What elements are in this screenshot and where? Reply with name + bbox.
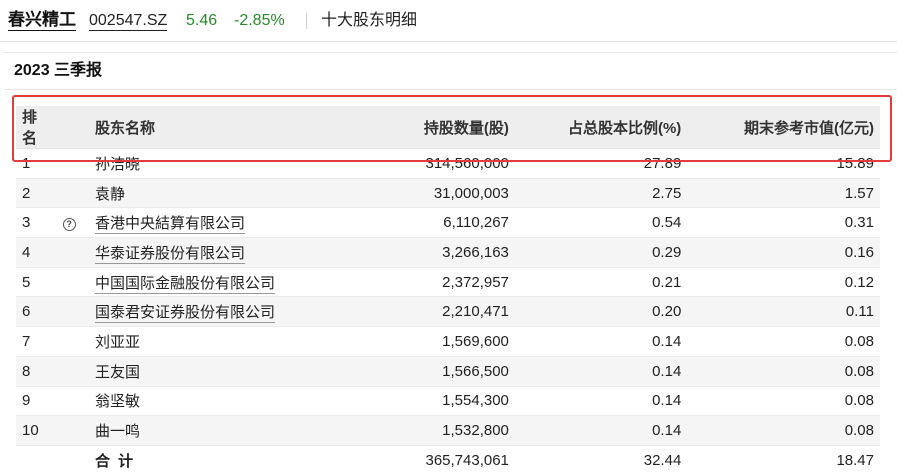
rank-cell: 7 (16, 326, 57, 357)
stock-header: 春兴精工 002547.SZ 5.46 -2.85% 十大股东明细 (0, 0, 897, 42)
market-value-cell: 0.08 (687, 326, 880, 357)
stock-name-link[interactable]: 春兴精工 (8, 10, 76, 31)
rank-cell: 2 (16, 178, 57, 209)
shares-cell: 1,554,300 (332, 386, 515, 417)
icon-cell (56, 237, 89, 268)
top-shareholders-table: 排名 股东名称 持股数量(股) 占总股本比例(%) 期末参考市值(亿元) 1 孙… (16, 106, 880, 473)
ratio-cell: 0.29 (514, 237, 688, 268)
ratio-cell: 0.21 (514, 267, 688, 298)
holder-name-cell: 翁坚敏 (89, 386, 333, 417)
header-divider (306, 13, 307, 29)
shares-cell: 1,532,800 (332, 415, 515, 446)
holder-name-link[interactable]: 国泰君安证券股份有限公司 (95, 304, 276, 324)
market-value-cell: 0.12 (687, 267, 880, 298)
icon-cell (56, 386, 89, 417)
shares-cell: 2,210,471 (332, 296, 515, 328)
table-header-row: 排名 股东名称 持股数量(股) 占总股本比例(%) 期末参考市值(亿元) (16, 106, 880, 149)
total-shares-cell: 365,743,061 (332, 445, 515, 473)
column-header-icon (56, 106, 89, 149)
holder-name-cell: 华泰证券股份有限公司 (89, 237, 333, 268)
ratio-cell: 0.14 (514, 386, 688, 417)
table-row: 9 翁坚敏 1,554,300 0.14 0.08 (16, 386, 880, 417)
icon-cell: ? (56, 207, 89, 239)
ratio-cell: 0.20 (514, 296, 688, 328)
rank-cell: 4 (16, 237, 57, 268)
shares-cell: 3,266,163 (332, 237, 515, 268)
column-header-shares: 持股数量(股) (332, 106, 515, 149)
stock-change-percent: -2.85% (234, 12, 285, 29)
shares-cell: 31,000,003 (332, 178, 515, 209)
rank-cell (16, 445, 57, 473)
ratio-cell: 0.14 (514, 326, 688, 357)
table-row: 3 ? 香港中央結算有限公司 6,110,267 0.54 0.31 (16, 207, 880, 239)
holder-name-link[interactable]: 中国国际金融股份有限公司 (95, 274, 276, 294)
market-value-cell: 0.11 (687, 296, 880, 328)
question-circle-icon[interactable]: ? (62, 218, 76, 232)
rank-cell: 5 (16, 267, 57, 298)
icon-cell (56, 415, 89, 446)
holder-name-cell: 袁静 (89, 178, 333, 209)
holder-name-cell: 孙洁晓 (89, 148, 333, 179)
market-value-cell: 1.57 (687, 178, 880, 209)
holder-name-link[interactable]: 香港中央結算有限公司 (95, 215, 246, 235)
table-row: 10 曲一鸣 1,532,800 0.14 0.08 (16, 415, 880, 446)
icon-cell (56, 445, 89, 473)
rank-cell: 8 (16, 356, 57, 387)
shares-cell: 6,110,267 (332, 207, 515, 239)
holder-name-cell: 中国国际金融股份有限公司 (89, 267, 333, 298)
holder-name-link[interactable]: 华泰证券股份有限公司 (95, 244, 246, 264)
shares-cell: 1,566,500 (332, 356, 515, 387)
stock-code-link[interactable]: 002547.SZ (89, 11, 168, 31)
report-period-title: 2023 三季报 (14, 62, 103, 79)
market-value-cell: 0.08 (687, 356, 880, 387)
ratio-cell: 0.14 (514, 356, 688, 387)
holder-name-cell: 曲一鸣 (89, 415, 333, 446)
table-row: 1 孙洁晓 314,560,000 27.89 15.89 (16, 148, 880, 179)
holder-name-cell: 王友国 (89, 356, 333, 387)
holder-name-cell: 刘亚亚 (89, 326, 333, 357)
icon-cell (56, 178, 89, 209)
rank-cell: 3 (16, 207, 57, 239)
icon-cell (56, 296, 89, 328)
icon-cell (56, 267, 89, 298)
total-label: 合计 (89, 445, 333, 473)
stock-price: 5.46 (186, 12, 218, 29)
shares-cell: 2,372,957 (332, 267, 515, 298)
table-row: 5 中国国际金融股份有限公司 2,372,957 0.21 0.12 (16, 267, 880, 298)
ratio-cell: 2.75 (514, 178, 688, 209)
holder-name-cell: 香港中央結算有限公司 (89, 207, 333, 239)
report-period-bar: 2023 三季报 (4, 52, 897, 90)
market-value-cell: 15.89 (687, 148, 880, 179)
total-market-value-cell: 18.47 (687, 445, 880, 473)
table-total-row: 合计 365,743,061 32.44 18.47 (16, 445, 880, 473)
rank-cell: 9 (16, 386, 57, 417)
column-header-market-value: 期末参考市值(亿元) (687, 106, 880, 149)
total-ratio-cell: 32.44 (514, 445, 688, 473)
icon-cell (56, 326, 89, 357)
table-row: 2 袁静 31,000,003 2.75 1.57 (16, 178, 880, 209)
column-header-rank: 排名 (16, 106, 57, 149)
column-header-ratio: 占总股本比例(%) (514, 106, 688, 149)
icon-cell (56, 356, 89, 387)
page-title: 十大股东明细 (321, 12, 418, 29)
ratio-cell: 0.54 (514, 207, 688, 239)
shares-cell: 314,560,000 (332, 148, 515, 179)
table-row: 8 王友国 1,566,500 0.14 0.08 (16, 356, 880, 387)
icon-cell (56, 148, 89, 179)
rank-cell: 10 (16, 415, 57, 446)
shares-cell: 1,569,600 (332, 326, 515, 357)
ratio-cell: 0.14 (514, 415, 688, 446)
market-value-cell: 0.08 (687, 415, 880, 446)
holder-name-cell: 国泰君安证券股份有限公司 (89, 296, 333, 328)
column-header-holder-name: 股东名称 (89, 106, 333, 149)
ratio-cell: 27.89 (514, 148, 688, 179)
table-row: 6 国泰君安证券股份有限公司 2,210,471 0.20 0.11 (16, 296, 880, 328)
market-value-cell: 0.08 (687, 386, 880, 417)
market-value-cell: 0.16 (687, 237, 880, 268)
rank-cell: 6 (16, 296, 57, 328)
table-row: 4 华泰证券股份有限公司 3,266,163 0.29 0.16 (16, 237, 880, 268)
table-row: 7 刘亚亚 1,569,600 0.14 0.08 (16, 326, 880, 357)
rank-cell: 1 (16, 148, 57, 179)
market-value-cell: 0.31 (687, 207, 880, 239)
